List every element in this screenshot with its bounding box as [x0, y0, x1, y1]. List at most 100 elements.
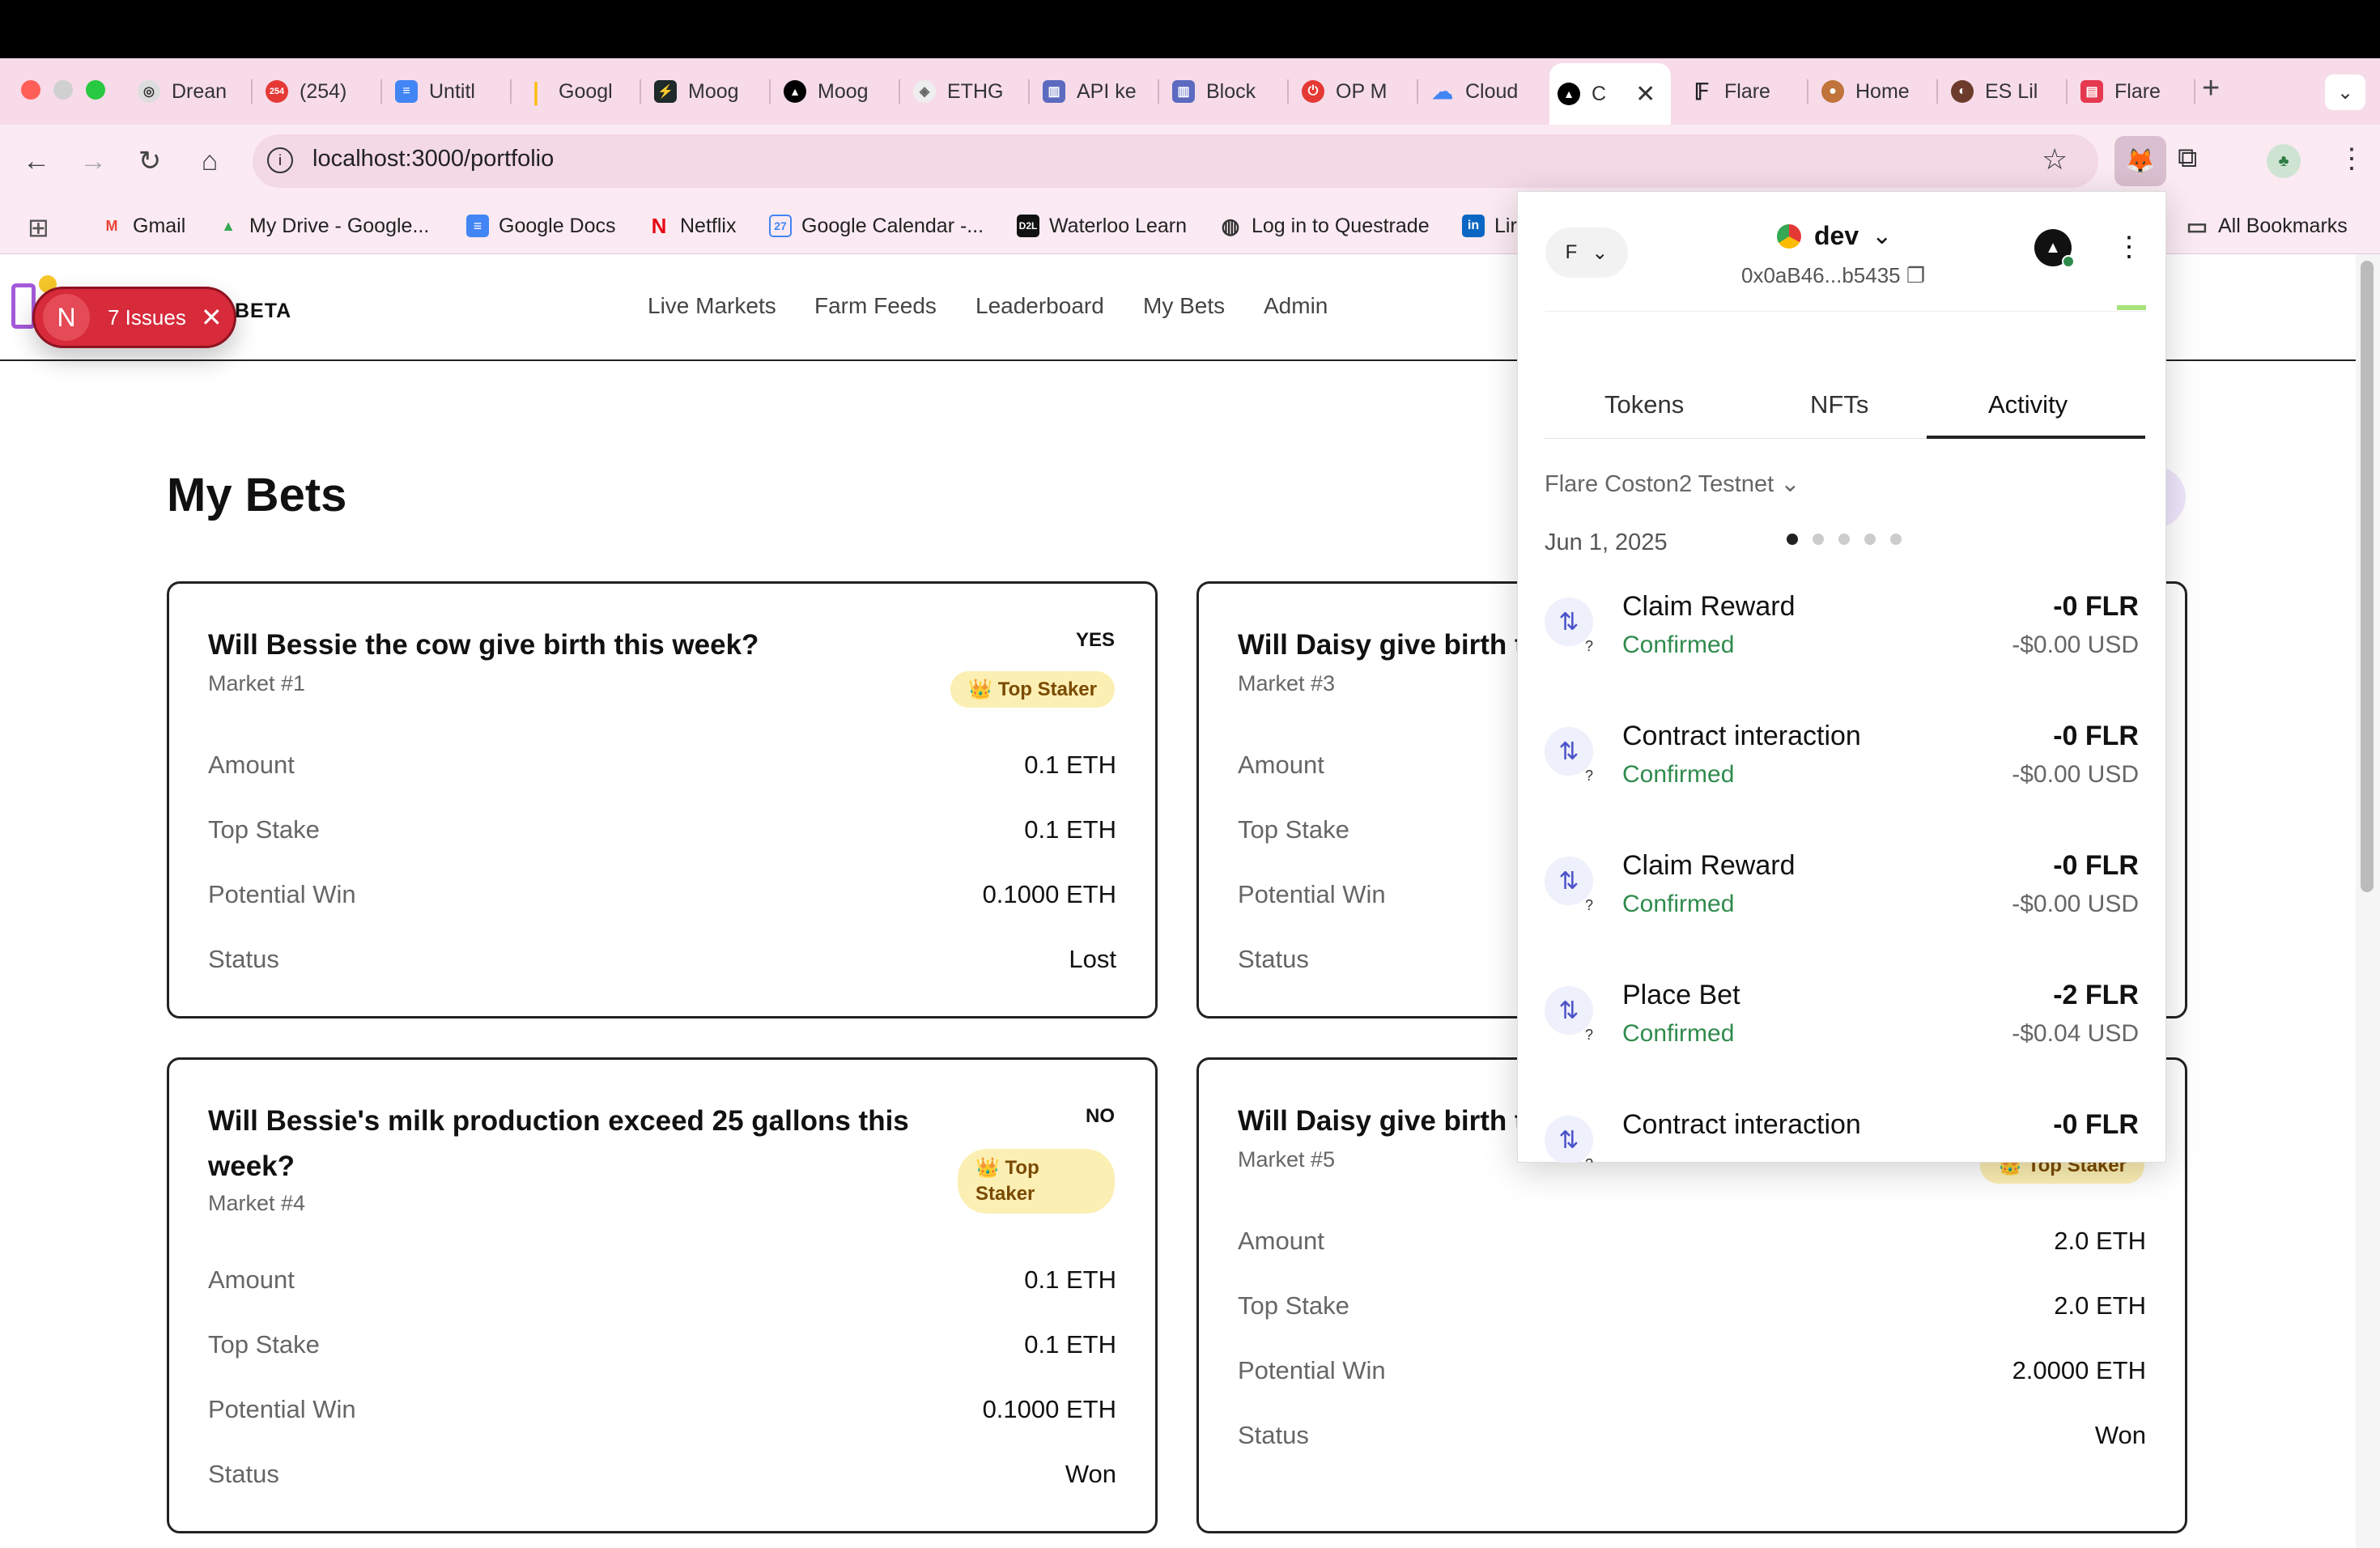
top-stake-label: Top Stake: [208, 815, 320, 844]
bet-card-market-1[interactable]: Will Bessie the cow give birth this week…: [167, 581, 1158, 1019]
tab-op[interactable]: ⏻ OP M: [1294, 68, 1405, 115]
close-tab-icon[interactable]: ✕: [1635, 80, 1655, 108]
wallet-menu-icon[interactable]: ⋮: [2115, 231, 2143, 263]
home-button[interactable]: ⌂: [189, 141, 230, 181]
maximize-window-button[interactable]: [86, 80, 105, 100]
issues-label: 7 Issues: [108, 304, 186, 330]
badge-line: Staker: [975, 1183, 1035, 1205]
tab-home[interactable]: ● Home: [1813, 68, 1927, 115]
tab-block[interactable]: ▥ Block: [1164, 68, 1276, 115]
carousel-dot[interactable]: [1864, 534, 1876, 545]
chevron-down-icon: ⌄: [1872, 223, 1893, 249]
all-bookmarks-button[interactable]: ▭ All Bookmarks: [2186, 209, 2348, 243]
account-picker[interactable]: F ⌄: [1545, 228, 1628, 278]
bet-question: Will Bessie's milk production exceed 25 …: [208, 1105, 909, 1182]
tab-cloud[interactable]: ☁ Cloud: [1423, 68, 1535, 115]
wallet-popup: F ⌄ dev ⌄ 0x0aB46...b5435 ❐ ▲ ⋮: [1517, 191, 2166, 1163]
bookmark-gmail[interactable]: M Gmail: [100, 209, 186, 243]
carousel-dot[interactable]: [1813, 534, 1824, 545]
bookmark-star-icon[interactable]: ☆: [2042, 142, 2068, 176]
back-button[interactable]: ←: [16, 141, 57, 181]
nav-admin[interactable]: Admin: [1264, 293, 1328, 319]
triangle-icon: ▲: [784, 80, 806, 103]
new-tab-button[interactable]: +: [2202, 71, 2220, 106]
bookmark-docs[interactable]: ≡ Google Docs: [466, 209, 616, 243]
tab-ethg[interactable]: ◈ ETHG: [905, 68, 1017, 115]
tab-es[interactable]: ◐ ES Lil: [1943, 68, 2056, 115]
tab-dream[interactable]: ◎ Drean: [130, 68, 241, 115]
network-name: dev: [1814, 221, 1859, 250]
close-icon[interactable]: ✕: [201, 302, 223, 333]
site-info-icon[interactable]: i: [267, 147, 293, 173]
window-title-bar: [0, 0, 2380, 58]
nav-farm-feeds[interactable]: Farm Feeds: [814, 293, 937, 319]
bookmark-questrade[interactable]: ◍ Log in to Questrade: [1219, 209, 1430, 243]
tab-youtube[interactable]: 254 (254): [257, 68, 369, 115]
apps-grid-icon[interactable]: ⊞: [28, 212, 49, 243]
drive-icon: ▲: [221, 217, 236, 234]
copy-icon[interactable]: ❐: [1906, 263, 1925, 287]
docs-icon: ≡: [395, 80, 418, 103]
tab-search-button[interactable]: ⌄: [2325, 74, 2365, 110]
market-id: Market #5: [1238, 1147, 1336, 1172]
network-picker[interactable]: dev ⌄: [1777, 221, 1892, 251]
bookmark-calendar[interactable]: 27 Google Calendar -...: [769, 209, 984, 243]
forward-button[interactable]: →: [73, 141, 113, 181]
bookmark-drive[interactable]: ▲ My Drive - Google...: [217, 209, 429, 243]
tab-moog-1[interactable]: ⚡ Moog: [646, 68, 758, 115]
nav-leaderboard[interactable]: Leaderboard: [975, 293, 1104, 319]
status-value: Lost: [1069, 945, 1116, 973]
tab-flare-1[interactable]: 𝔽 Flare: [1682, 68, 1804, 115]
top-stake-label: Top Stake: [1238, 1291, 1349, 1320]
badge-line: 👑 Top: [975, 1157, 1039, 1179]
tab-flare-2[interactable]: ▤ Flare: [2072, 68, 2186, 115]
api-icon: ▥: [1043, 80, 1065, 103]
minimize-window-button[interactable]: [53, 80, 73, 100]
google-icon: ❘: [526, 79, 546, 104]
tab-google[interactable]: ❘ Googl: [516, 68, 628, 115]
wallet-address[interactable]: 0x0aB46...b5435 ❐: [1741, 263, 1925, 288]
scrollbar-thumb[interactable]: [2361, 261, 2374, 892]
bookmark-waterloo-learn[interactable]: D2L Waterloo Learn: [1017, 209, 1187, 243]
tab-moog-2[interactable]: ▲ Moog: [776, 68, 887, 115]
profile-avatar[interactable]: ♣: [2267, 144, 2301, 178]
es-icon: ◐: [1951, 80, 1974, 103]
amount-value: 0.1 ETH: [1024, 1265, 1116, 1294]
bookmark-linkedin[interactable]: in Lir: [1462, 209, 1517, 243]
top-staker-badge: 👑 Top Staker: [950, 671, 1115, 708]
carousel-dot-active[interactable]: [1787, 534, 1798, 545]
browser-menu-icon[interactable]: ⋮: [2338, 142, 2365, 175]
bookmark-netflix[interactable]: N Netflix: [648, 209, 737, 243]
reload-button[interactable]: ↻: [130, 141, 170, 181]
potential-win-label: Potential Win: [1238, 1356, 1386, 1384]
bet-card-market-4[interactable]: Will Bessie's milk production exceed 25 …: [167, 1057, 1158, 1533]
top-stake-value: 0.1 ETH: [1024, 1330, 1116, 1359]
tab-api-keys[interactable]: ▥ API ke: [1035, 68, 1146, 115]
bet-question: Will Daisy give birth t: [1238, 629, 1524, 661]
tab-untitled[interactable]: ≡ Untitl: [387, 68, 499, 115]
top-stake-label: Top Stake: [1238, 815, 1349, 844]
carousel-dot[interactable]: [1838, 534, 1850, 545]
nav-live-markets[interactable]: Live Markets: [648, 293, 776, 319]
docs-icon: ≡: [466, 215, 489, 237]
amount-label: Amount: [1238, 1227, 1324, 1255]
top-stake-label: Top Stake: [208, 1330, 320, 1359]
home-tab-icon: ●: [1821, 80, 1844, 103]
carousel-dot[interactable]: [1890, 534, 1902, 545]
metamask-extension-button[interactable]: 🦊: [2114, 136, 2166, 186]
block-icon: ▥: [1172, 80, 1195, 103]
market-id: Market #1: [208, 671, 306, 695]
nav-my-bets[interactable]: My Bets: [1143, 293, 1225, 319]
status-label: Status: [1238, 1421, 1309, 1449]
top-staker-badge: 👑 Top Staker: [958, 1149, 1115, 1214]
tab-active[interactable]: ▲ C ✕: [1549, 63, 1671, 125]
issues-badge[interactable]: N 7 Issues ✕: [32, 287, 236, 348]
extensions-puzzle-icon[interactable]: ⧉: [2178, 142, 2197, 174]
potential-win-value: 2.0000 ETH: [2012, 1356, 2146, 1384]
carousel-accent: [2117, 305, 2146, 310]
nextjs-icon: N: [43, 294, 90, 341]
url-text[interactable]: localhost:3000/portfolio: [312, 146, 554, 172]
address-text: 0x0aB46...b5435: [1741, 263, 1901, 287]
globe-icon: ◍: [1221, 213, 1240, 238]
close-window-button[interactable]: [21, 80, 40, 100]
